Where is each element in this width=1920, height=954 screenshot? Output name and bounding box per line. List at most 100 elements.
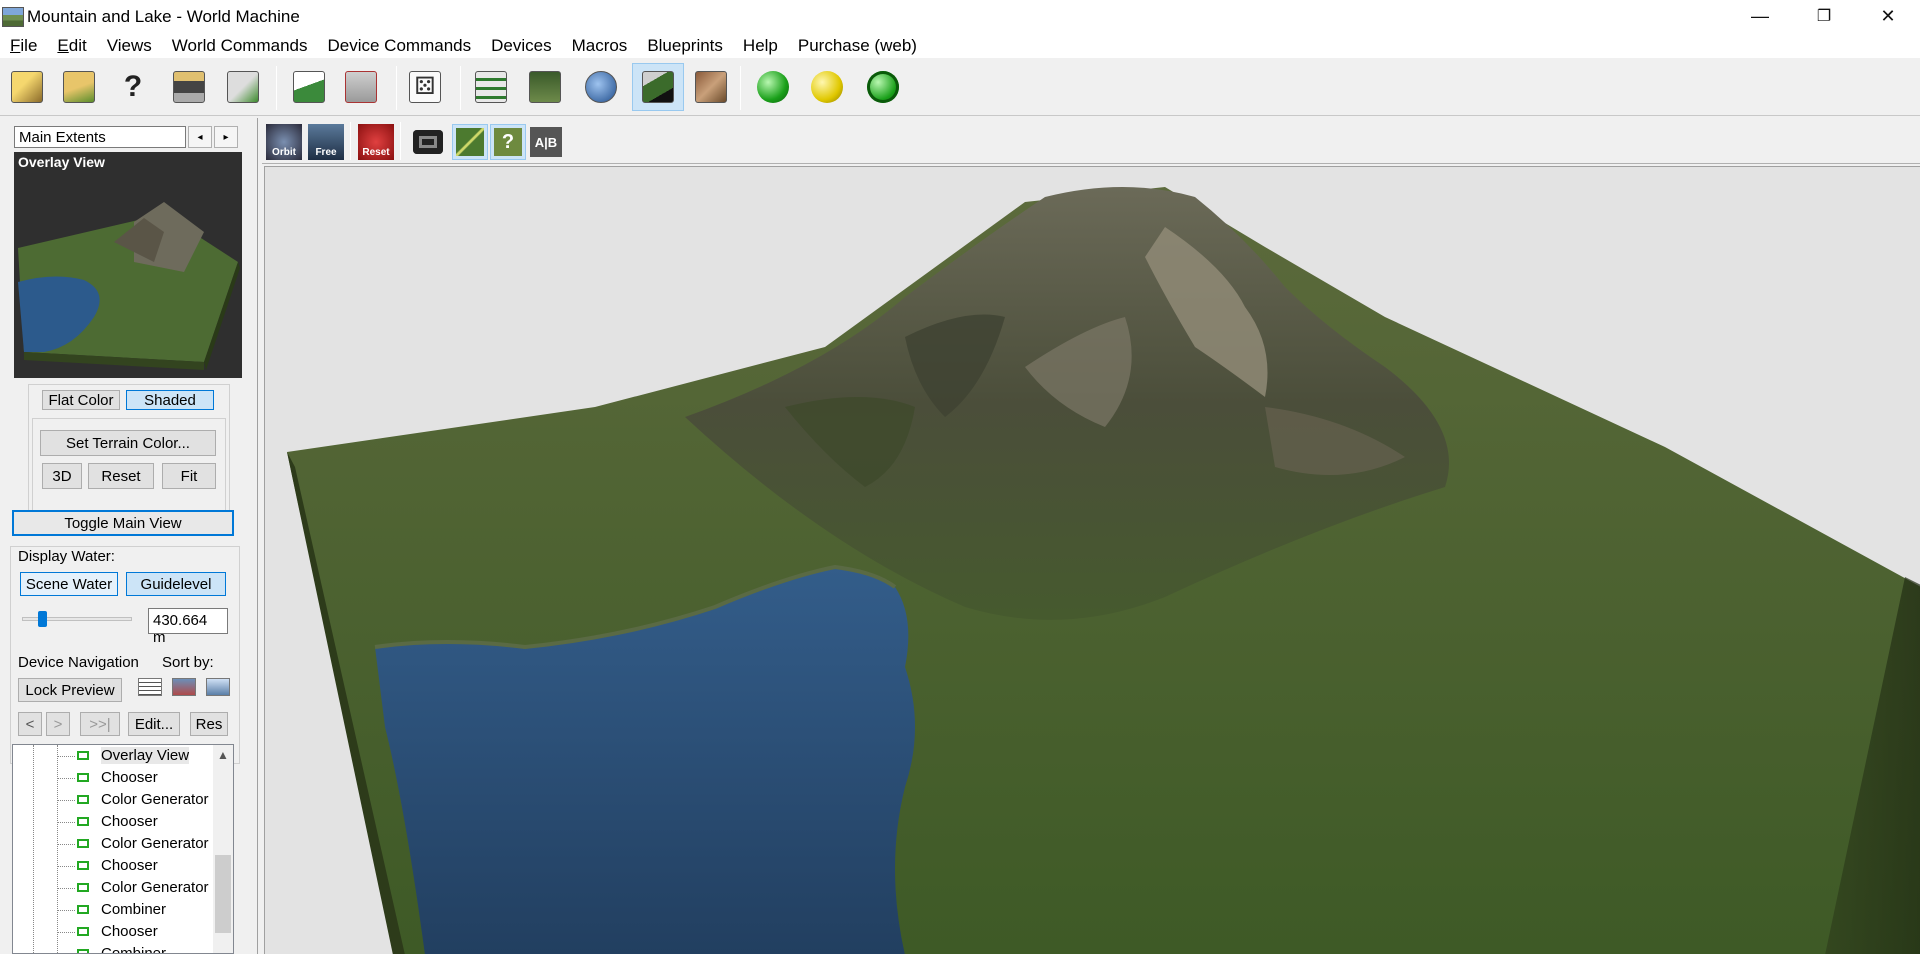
close-button[interactable]: ✕ <box>1856 0 1920 32</box>
menu-world-commands[interactable]: World Commands <box>162 34 318 58</box>
free-label: Free <box>315 146 337 158</box>
viewport-toolbar: Orbit Free Reset ? A|B <box>262 120 1920 164</box>
lock-preview-button[interactable]: Lock Preview <box>18 678 122 702</box>
shaded-button[interactable]: Shaded <box>126 390 214 410</box>
texture-view-icon <box>695 71 727 103</box>
extents-next-button[interactable]: ▸ <box>214 126 238 148</box>
orbit-button[interactable]: Orbit <box>266 124 302 160</box>
help-icon: ? <box>117 71 149 103</box>
texture-view-button[interactable] <box>690 66 732 108</box>
menu-views[interactable]: Views <box>97 34 162 58</box>
world-view-icon <box>585 71 617 103</box>
layout-view-icon <box>529 71 561 103</box>
menu-file[interactable]: File <box>0 34 47 58</box>
tree-item[interactable]: Chooser <box>13 921 213 943</box>
sort-layout-icon[interactable] <box>206 678 230 696</box>
reset-view-button[interactable]: Reset <box>88 463 154 489</box>
edit-device-button[interactable]: Edit... <box>128 712 180 736</box>
info-toggle-button[interactable]: ? <box>490 124 526 160</box>
scroll-thumb[interactable] <box>215 855 231 933</box>
terrain-icon <box>293 71 325 103</box>
restore-button[interactable]: ❐ <box>1792 0 1856 32</box>
open-button[interactable] <box>58 66 100 108</box>
randomize-button[interactable]: ⚄ <box>404 66 446 108</box>
menu-macros[interactable]: Macros <box>562 34 638 58</box>
nav-end-button[interactable]: >>| <box>80 712 120 736</box>
help-button[interactable]: ? <box>112 66 154 108</box>
save-button[interactable] <box>168 66 210 108</box>
tree-item[interactable]: Chooser <box>13 811 213 833</box>
checklist-icon <box>345 71 377 103</box>
res-button[interactable]: Res <box>190 712 228 736</box>
set-terrain-color-button[interactable]: Set Terrain Color... <box>40 430 216 456</box>
3d-view-icon <box>642 71 674 103</box>
export-button[interactable] <box>222 66 264 108</box>
camera-icon <box>413 130 443 154</box>
extents-prev-button[interactable]: ◂ <box>188 126 212 148</box>
toggle-main-view-button[interactable]: Toggle Main View <box>12 510 234 536</box>
minimize-button[interactable]: — <box>1728 0 1792 32</box>
tree-item[interactable]: Combiner <box>13 899 213 921</box>
menu-device-commands[interactable]: Device Commands <box>318 34 482 58</box>
nav-back-button[interactable]: < <box>18 712 42 736</box>
build-yellow-icon <box>811 71 843 103</box>
menu-purchase[interactable]: Purchase (web) <box>788 34 927 58</box>
overlay-preview-image <box>18 202 240 370</box>
display-water-label: Display Water: <box>18 548 115 565</box>
guidelevel-button[interactable]: Guidelevel <box>126 572 226 596</box>
nav-forward-button[interactable]: > <box>46 712 70 736</box>
tree-item[interactable]: Color Generator <box>13 877 213 899</box>
window-title: Mountain and Lake - World Machine <box>27 7 300 26</box>
reset-camera-button[interactable]: Reset <box>358 124 394 160</box>
build-extents-button[interactable] <box>862 66 904 108</box>
sort-type-icon[interactable] <box>172 678 196 696</box>
device-view-button[interactable] <box>470 66 512 108</box>
water-level-input[interactable]: 430.664 m <box>148 608 228 646</box>
device-tree[interactable]: Overlay View Chooser Color Generator Cho… <box>12 744 234 954</box>
tree-item[interactable]: Combiner <box>13 943 213 953</box>
ab-compare-button[interactable]: A|B <box>530 127 562 157</box>
fit-button[interactable]: Fit <box>162 463 216 489</box>
layout-view-button[interactable] <box>524 66 566 108</box>
wireframe-toggle-button[interactable] <box>452 124 488 160</box>
build-button[interactable] <box>752 66 794 108</box>
3d-button[interactable]: 3D <box>42 463 82 489</box>
overlay-view-label: Overlay View <box>18 154 105 170</box>
screenshot-button[interactable] <box>410 124 446 160</box>
terrain-render <box>287 187 1920 954</box>
scene-water-button[interactable]: Scene Water <box>20 572 118 596</box>
app-icon <box>2 7 24 27</box>
free-camera-button[interactable]: Free <box>308 124 344 160</box>
world-view-button[interactable] <box>580 66 622 108</box>
scroll-up-arrow[interactable]: ▲ <box>213 745 233 765</box>
flat-color-button[interactable]: Flat Color <box>42 390 120 410</box>
3d-view-button[interactable] <box>632 63 684 111</box>
tree-item[interactable]: Color Generator <box>13 833 213 855</box>
reset-label: Reset <box>362 146 390 158</box>
device-navigation-label: Device Navigation <box>18 654 139 671</box>
menu-help[interactable]: Help <box>733 34 788 58</box>
new-world-button[interactable] <box>6 66 48 108</box>
build-target-icon <box>867 71 899 103</box>
build-preview-button[interactable] <box>806 66 848 108</box>
new-world-icon <box>11 71 43 103</box>
tree-scrollbar[interactable]: ▲ <box>213 745 233 953</box>
tree-item[interactable]: Chooser <box>13 767 213 789</box>
tree-item[interactable]: Chooser <box>13 855 213 877</box>
tree-item[interactable]: Color Generator <box>13 789 213 811</box>
dice-icon: ⚄ <box>409 71 441 103</box>
menu-blueprints[interactable]: Blueprints <box>637 34 733 58</box>
extents-selector[interactable]: Main Extents <box>14 126 186 148</box>
overlay-preview[interactable]: Overlay View <box>14 152 242 378</box>
title-bar: Mountain and Lake - World Machine — ❐ ✕ <box>0 0 1920 34</box>
menu-devices[interactable]: Devices <box>481 34 561 58</box>
tree-item[interactable]: Overlay View <box>13 745 213 767</box>
sort-list-icon[interactable] <box>138 678 162 696</box>
export-icon <box>227 71 259 103</box>
menu-edit[interactable]: Edit <box>47 34 96 58</box>
terrain-button[interactable] <box>288 66 330 108</box>
3d-viewport[interactable] <box>264 166 1920 954</box>
save-icon <box>173 71 205 103</box>
checklist-button[interactable] <box>340 66 382 108</box>
water-level-slider[interactable] <box>38 611 47 627</box>
